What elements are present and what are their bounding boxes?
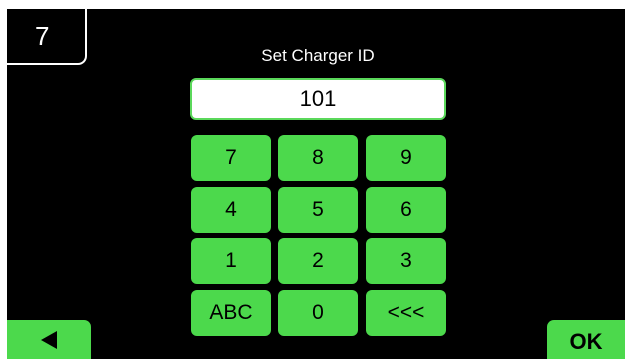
charger-id-field[interactable]: 101 — [190, 78, 446, 120]
key-9[interactable]: 9 — [366, 135, 446, 181]
key-5[interactable]: 5 — [278, 187, 358, 233]
left-triangle-icon — [41, 331, 57, 349]
ok-button[interactable]: OK — [547, 320, 625, 359]
key-3[interactable]: 3 — [366, 238, 446, 284]
key-8[interactable]: 8 — [278, 135, 358, 181]
key-6[interactable]: 6 — [366, 187, 446, 233]
key-1[interactable]: 1 — [191, 238, 271, 284]
charger-screen: 7 Set Charger ID 101 7 8 9 4 5 6 1 2 3 A… — [0, 0, 628, 359]
frame-left-border — [0, 0, 7, 359]
screen-number-tab: 7 — [7, 9, 87, 65]
key-abc[interactable]: ABC — [191, 290, 271, 336]
key-0[interactable]: 0 — [278, 290, 358, 336]
frame-top-border — [0, 0, 628, 9]
key-2[interactable]: 2 — [278, 238, 358, 284]
key-4[interactable]: 4 — [191, 187, 271, 233]
page-title: Set Charger ID — [261, 46, 375, 65]
back-button[interactable] — [7, 320, 91, 359]
key-backspace[interactable]: <<< — [366, 290, 446, 336]
key-7[interactable]: 7 — [191, 135, 271, 181]
